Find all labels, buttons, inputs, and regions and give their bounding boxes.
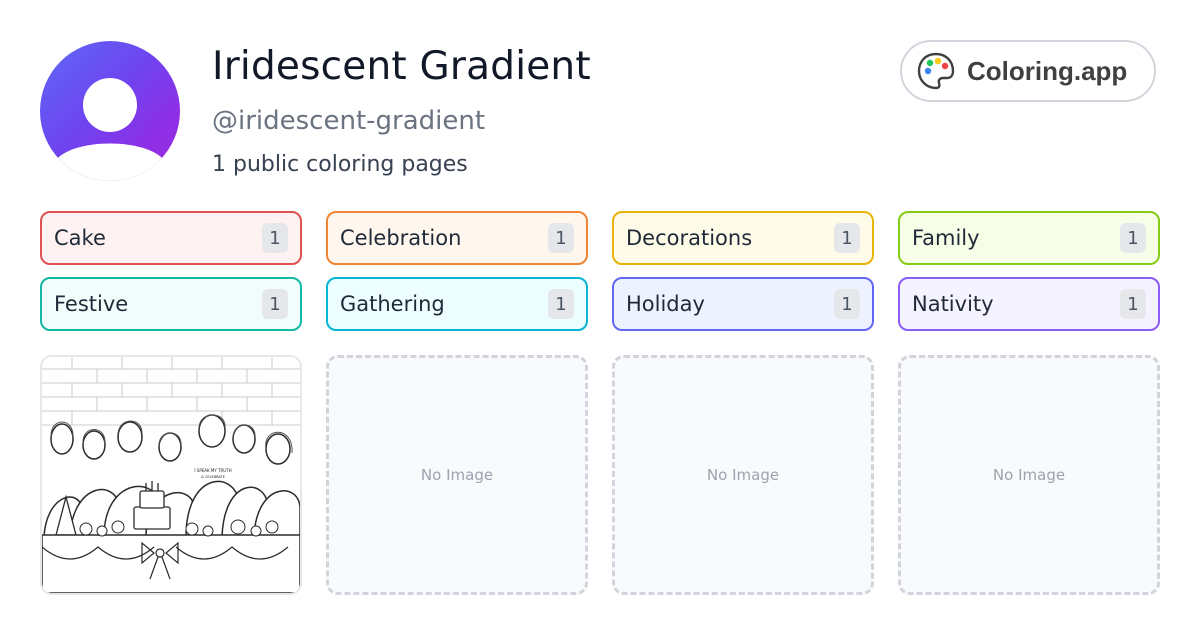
coloring-page-placeholder[interactable]: No Image <box>326 355 588 595</box>
tag-label: Cake <box>54 226 106 250</box>
tag-label: Celebration <box>340 226 462 250</box>
palette-icon <box>917 52 955 90</box>
profile-avatar <box>40 41 180 181</box>
tag-label: Nativity <box>912 292 994 316</box>
brand-label: Coloring.app <box>967 55 1128 86</box>
tag-count-badge: 1 <box>834 289 860 319</box>
tag-count-badge: 1 <box>262 289 288 319</box>
tag-chip-nativity[interactable]: Nativity 1 <box>898 277 1160 331</box>
shirt-text-line-1: I SPEAK MY TRUTH <box>194 468 231 473</box>
user-silhouette-icon <box>54 78 166 181</box>
public-page-count: 1 public coloring pages <box>212 152 468 177</box>
tag-chip-festive[interactable]: Festive 1 <box>40 277 302 331</box>
tag-chip-family[interactable]: Family 1 <box>898 211 1160 265</box>
tag-label: Festive <box>54 292 129 316</box>
tag-count-badge: 1 <box>834 223 860 253</box>
tag-label: Family <box>912 226 980 250</box>
no-image-label: No Image <box>992 466 1066 484</box>
tag-chip-gathering[interactable]: Gathering 1 <box>326 277 588 331</box>
no-image-label: No Image <box>420 466 494 484</box>
tag-label: Decorations <box>626 226 753 250</box>
profile-name: Iridescent Gradient <box>212 44 591 89</box>
tag-chip-cake[interactable]: Cake 1 <box>40 211 302 265</box>
tag-label: Gathering <box>340 292 445 316</box>
tag-count-badge: 1 <box>1120 223 1146 253</box>
tag-chip-decorations[interactable]: Decorations 1 <box>612 211 874 265</box>
tag-count-badge: 1 <box>548 223 574 253</box>
shirt-text-line-2: & CELEBRATE <box>201 475 225 479</box>
coloring-page-card[interactable]: I SPEAK MY TRUTH & CELEBRATE <box>40 355 302 595</box>
tag-label: Holiday <box>626 292 705 316</box>
profile-handle: @iridescent-gradient <box>212 106 486 136</box>
tag-count-badge: 1 <box>548 289 574 319</box>
tag-chip-holiday[interactable]: Holiday 1 <box>612 277 874 331</box>
coloring-page-placeholder[interactable]: No Image <box>612 355 874 595</box>
no-image-label: No Image <box>706 466 780 484</box>
tag-count-badge: 1 <box>262 223 288 253</box>
coloring-page-placeholder[interactable]: No Image <box>898 355 1160 595</box>
brand-link[interactable]: Coloring.app <box>900 40 1156 102</box>
coloring-page-thumbnail: I SPEAK MY TRUTH & CELEBRATE <box>42 357 300 593</box>
tag-count-badge: 1 <box>1120 289 1146 319</box>
tag-chip-celebration[interactable]: Celebration 1 <box>326 211 588 265</box>
